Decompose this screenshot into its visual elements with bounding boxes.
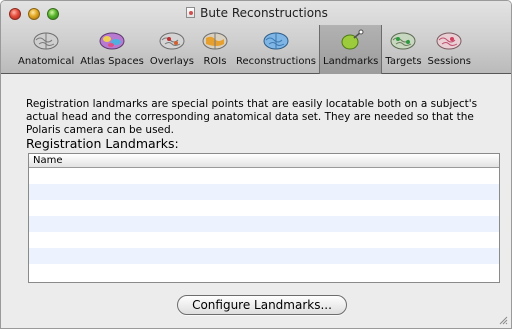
app-window: Bute Reconstructions Anatomical Atlas Sp… <box>0 0 512 329</box>
landmark-pin-icon <box>341 29 364 50</box>
column-header-name[interactable]: Name <box>29 154 499 168</box>
brain-gray-icon <box>33 32 59 50</box>
tab-anatomical[interactable]: Anatomical <box>15 25 77 74</box>
tab-label: Overlays <box>149 56 194 67</box>
brain-overlay-icon <box>159 32 185 50</box>
tab-rois[interactable]: ROIs <box>197 25 233 74</box>
table-row[interactable] <box>29 168 499 184</box>
landmarks-description: Registration landmarks are special point… <box>26 98 478 136</box>
brain-blue-icon <box>263 32 289 50</box>
toolbar: Bute Reconstructions Anatomical Atlas Sp… <box>1 1 511 74</box>
window-title: Bute Reconstructions <box>1 6 511 20</box>
document-proxy-icon <box>186 7 196 18</box>
table-row[interactable] <box>29 248 499 264</box>
brain-session-icon <box>436 32 462 50</box>
tab-atlas-spaces[interactable]: Atlas Spaces <box>77 25 147 74</box>
brain-target-icon <box>390 32 416 50</box>
landmarks-table[interactable]: Name <box>28 153 500 283</box>
table-row[interactable] <box>29 232 499 248</box>
resize-grip-icon[interactable] <box>498 315 508 325</box>
tab-targets[interactable]: Targets <box>382 25 424 74</box>
tab-label: Anatomical <box>18 56 75 67</box>
tab-label: ROIs <box>203 56 227 67</box>
toolbar-tabs: Anatomical Atlas Spaces Overlays ROIs Re… <box>15 25 474 74</box>
tab-label: Targets <box>385 56 422 67</box>
tab-overlays[interactable]: Overlays <box>147 25 197 74</box>
tab-label: Sessions <box>427 56 471 67</box>
table-row[interactable] <box>29 264 499 280</box>
brain-atlas-icon <box>99 32 125 50</box>
table-row[interactable] <box>29 200 499 216</box>
brain-roi-icon <box>202 32 228 50</box>
tab-landmarks[interactable]: Landmarks <box>319 25 383 74</box>
table-row[interactable] <box>29 216 499 232</box>
window-title-text: Bute Reconstructions <box>200 6 328 20</box>
table-row[interactable] <box>29 184 499 200</box>
tab-label: Reconstructions <box>235 56 317 67</box>
tab-sessions[interactable]: Sessions <box>425 25 474 74</box>
tab-reconstructions[interactable]: Reconstructions <box>233 25 319 74</box>
tab-label: Atlas Spaces <box>80 56 144 67</box>
tab-label: Landmarks <box>323 56 379 67</box>
registration-landmarks-heading: Registration Landmarks: <box>26 136 179 151</box>
configure-landmarks-button[interactable]: Configure Landmarks... <box>177 295 347 315</box>
